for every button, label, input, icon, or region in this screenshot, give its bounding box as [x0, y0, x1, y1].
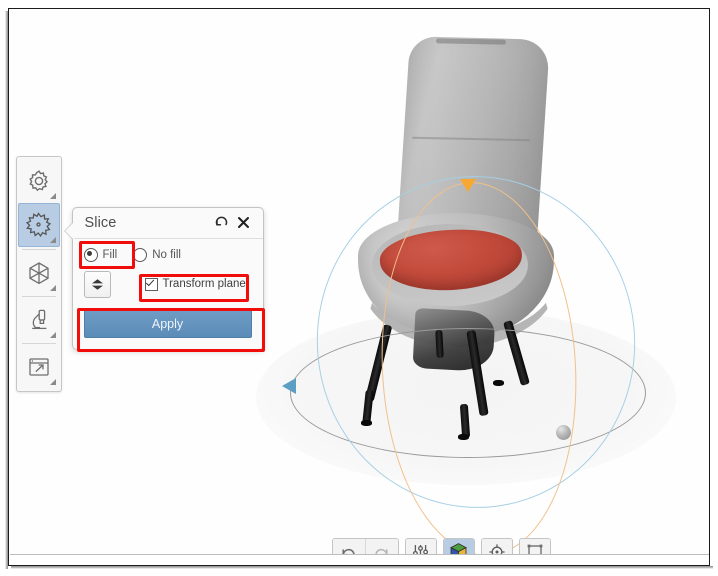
close-icon[interactable]: [233, 212, 255, 234]
flip-plane-button[interactable]: [83, 270, 111, 298]
left-toolbar: [15, 155, 62, 392]
sawblade-icon: [25, 211, 52, 238]
chevron-submenu-icon: [49, 192, 56, 199]
microscope-icon: [26, 307, 52, 333]
chair-back-top-seam: [435, 37, 506, 45]
transform-plane-label: Transform plane: [162, 278, 246, 290]
checkbox-indicator-transform-plane: [144, 277, 158, 291]
radio-no-fill-label: No fill: [152, 248, 181, 261]
slice-panel: Slice Fill No fill Transform plane Apply: [64, 206, 265, 352]
toolbar-divider: [21, 295, 56, 297]
export-window-icon: [26, 354, 52, 380]
frame-shadow-bottom: [11, 566, 713, 569]
gear-icon: [26, 168, 52, 194]
fill-option-group: Fill No fill: [83, 247, 252, 262]
hexagon-mesh-icon: [26, 260, 52, 286]
application-window: Slice Fill No fill Transform plane Apply: [9, 9, 709, 565]
toolbar-divider: [21, 248, 56, 250]
panel-header: Slice: [72, 208, 263, 239]
panel-title: Slice: [84, 214, 117, 231]
chevron-submenu-icon: [49, 284, 56, 291]
chevron-submenu-icon: [49, 378, 56, 385]
chevron-submenu-icon: [49, 236, 56, 243]
plane-controls-row: Transform plane: [83, 270, 252, 298]
sidebar-item-export[interactable]: [19, 346, 59, 388]
reset-arrow-icon[interactable]: [211, 212, 233, 234]
transform-plane-checkbox[interactable]: Transform plane: [144, 277, 246, 291]
screenshot-root: Slice Fill No fill Transform plane Apply: [0, 0, 718, 576]
radio-indicator-fill: [83, 247, 98, 262]
sidebar-item-slice[interactable]: [17, 202, 60, 247]
panel-body: Fill No fill Transform plane Apply: [73, 239, 265, 352]
panel-callout-notch: [64, 221, 74, 240]
radio-fill[interactable]: Fill: [83, 247, 118, 262]
radio-no-fill[interactable]: No fill: [133, 247, 181, 262]
sidebar-item-settings[interactable]: [19, 160, 59, 202]
gizmo-orange-cone-handle[interactable]: [459, 178, 476, 192]
status-bar: [9, 553, 709, 565]
apply-button[interactable]: Apply: [83, 309, 252, 338]
toolbar-divider: [21, 342, 56, 344]
radio-indicator-no-fill: [133, 247, 148, 262]
chevron-submenu-icon: [49, 331, 56, 338]
sidebar-item-mesh[interactable]: [19, 252, 59, 294]
sidebar-item-inspect[interactable]: [19, 299, 59, 341]
radio-fill-label: Fill: [102, 248, 118, 261]
gizmo-gray-sphere-handle[interactable]: [555, 424, 571, 440]
flip-plane-icon: [90, 277, 105, 292]
gizmo-blue-cone-handle[interactable]: [281, 377, 296, 394]
